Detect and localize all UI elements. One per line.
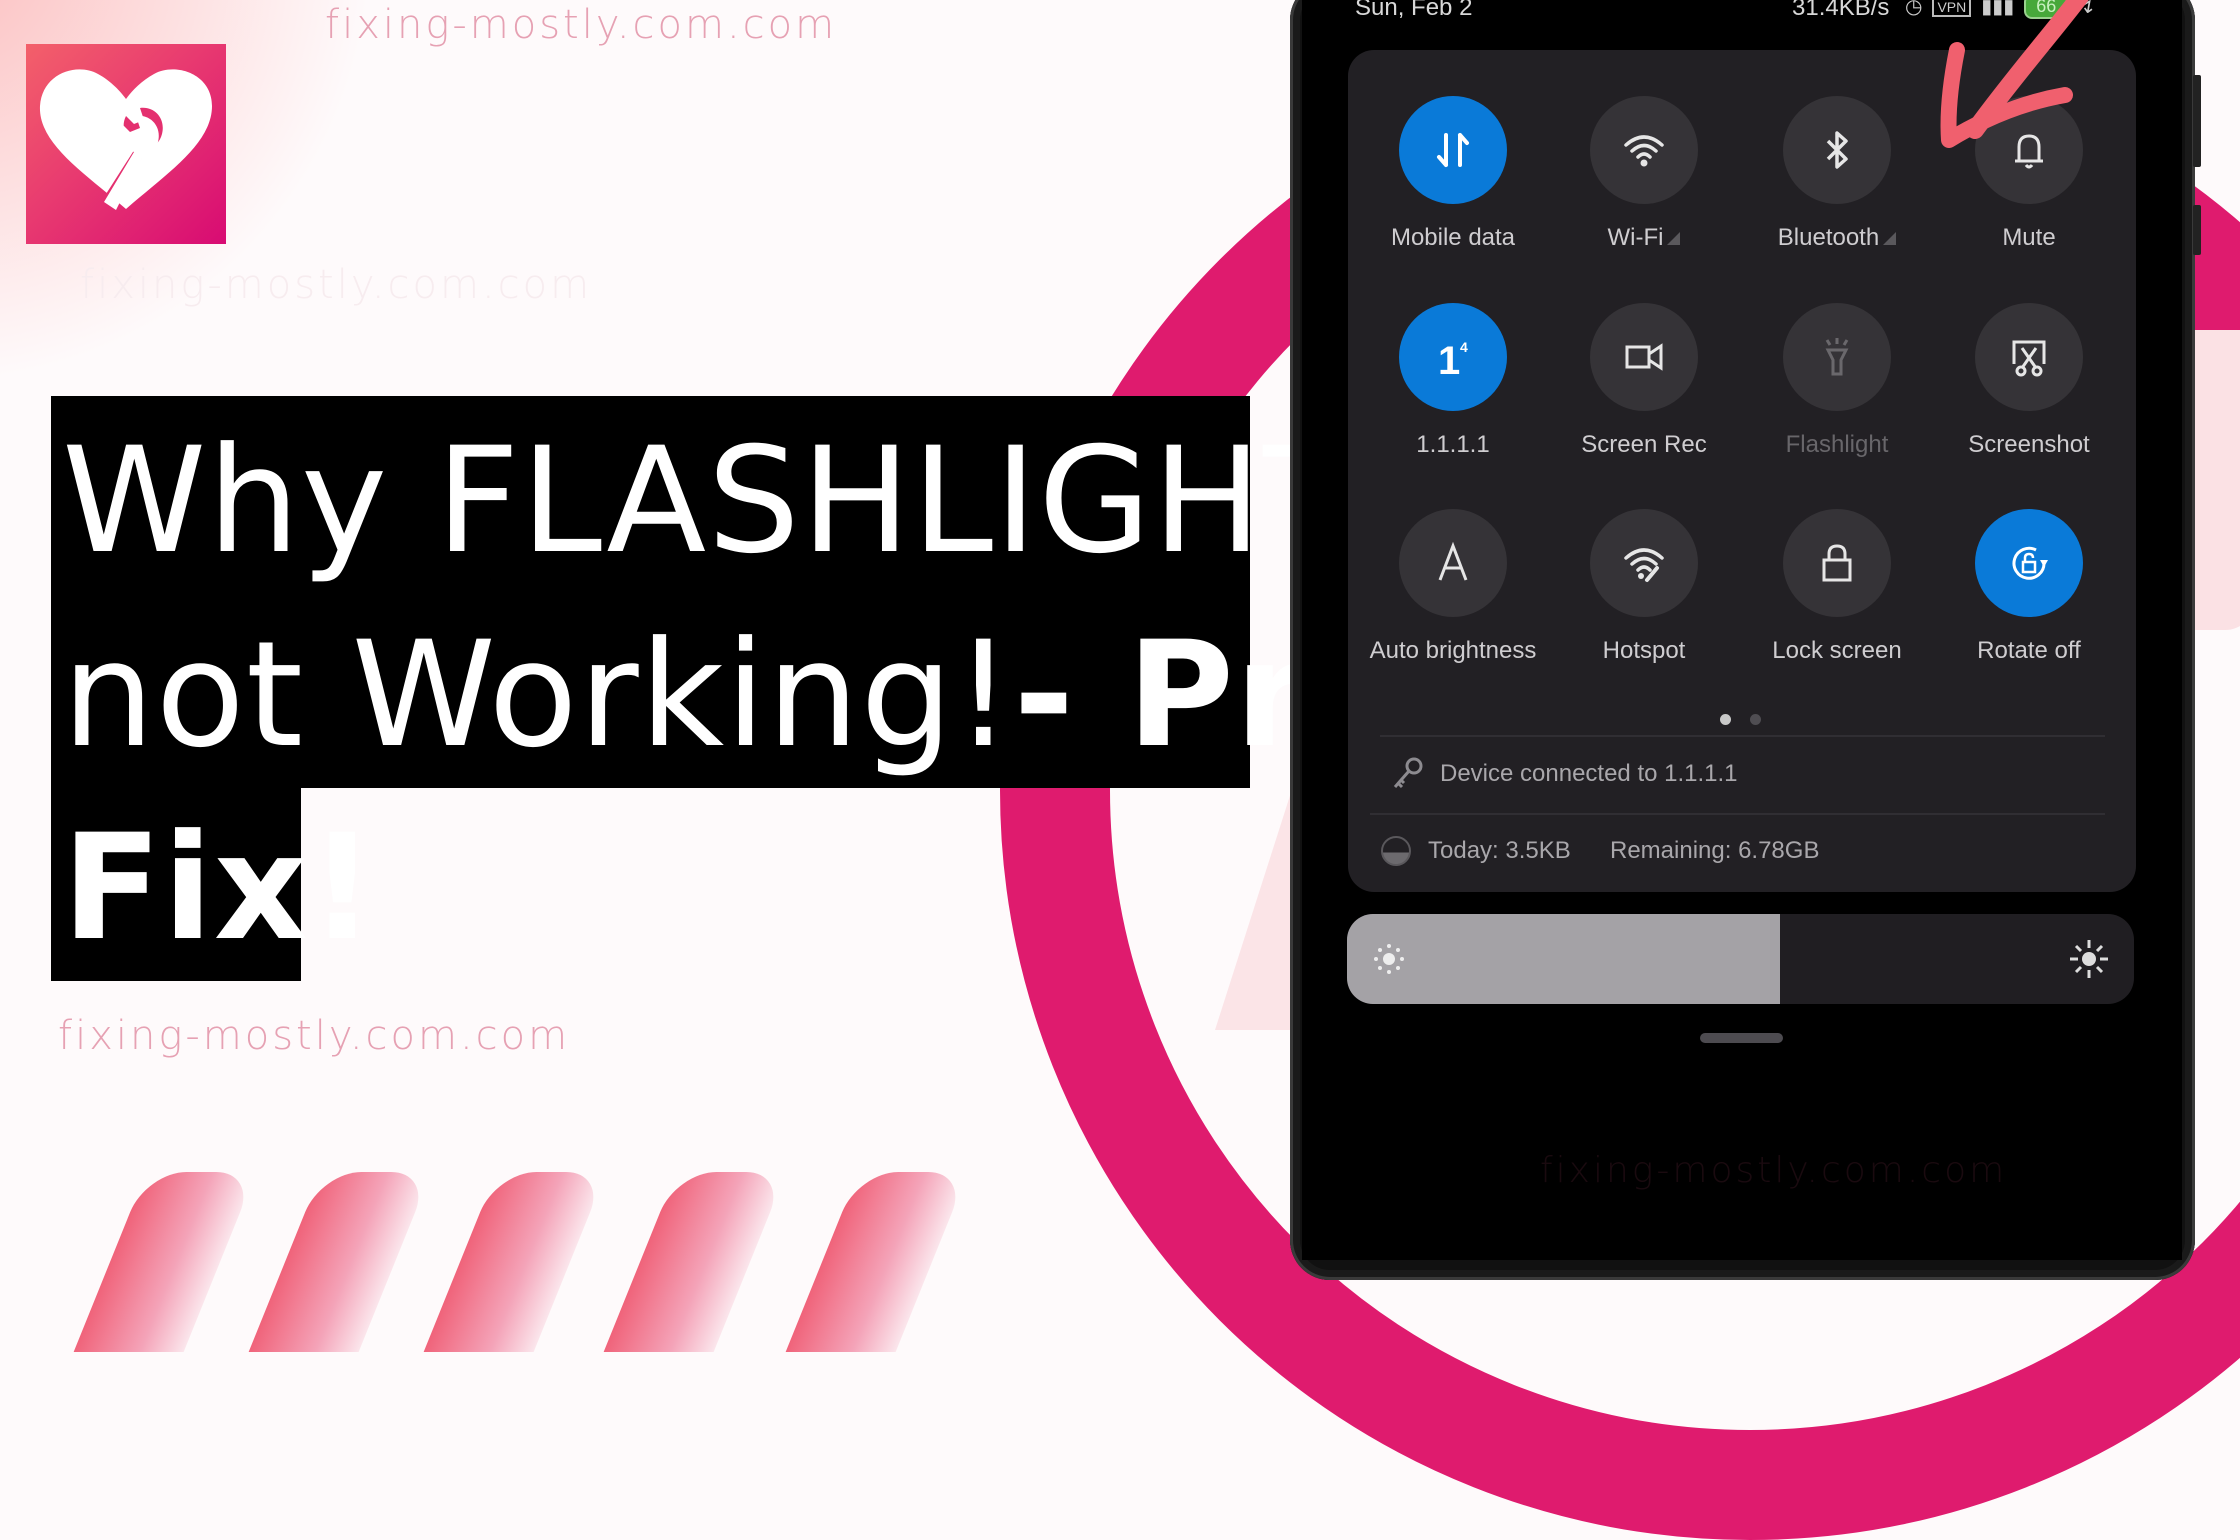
hotspot-icon	[1624, 548, 1664, 582]
tile-1-1-1-1[interactable]: 1 4 1.1.1.1	[1358, 303, 1548, 473]
tile-mobile-data[interactable]: Mobile data	[1358, 96, 1548, 266]
divider	[1370, 813, 2105, 815]
key-icon	[1393, 757, 1423, 789]
rotate-lock-icon	[2012, 546, 2048, 580]
expand-menu-icon[interactable]	[1883, 232, 1897, 245]
power-button	[2193, 205, 2201, 255]
drag-handle[interactable]	[1700, 1033, 1783, 1043]
tile-screenshot[interactable]: Screenshot	[1934, 303, 2124, 473]
page-indicator-dot-active[interactable]	[1720, 714, 1731, 725]
video-camera-icon	[1625, 343, 1663, 371]
warp-1111-icon: 14	[1438, 339, 1468, 380]
tile-toggle-button[interactable]: 14	[1399, 303, 1507, 411]
tile-bluetooth[interactable]: Bluetooth	[1742, 96, 1932, 266]
watermark-bottom: fixing-mostly.com.com	[58, 1013, 571, 1059]
headline-line-3: Fix!	[62, 803, 377, 973]
decorative-chevron	[248, 1172, 432, 1352]
headline-regular: not Working!	[62, 610, 1014, 780]
brightness-slider-fill[interactable]	[1347, 914, 1780, 1004]
decorative-chevron	[603, 1172, 787, 1352]
tile-label[interactable]: Screenshot	[1914, 431, 2144, 459]
tile-toggle-button[interactable]	[1399, 96, 1507, 204]
vpn-status-text[interactable]: Device connected to 1.1.1.1	[1440, 760, 1738, 788]
tile-flashlight[interactable]: Flashlight	[1742, 303, 1932, 473]
alarm-icon: ◷	[1905, 0, 1923, 18]
brightness-slider[interactable]	[1347, 914, 2134, 1004]
watermark-faint: fixing-mostly.com.com	[80, 262, 593, 308]
decorative-faint-shape	[2195, 330, 2240, 630]
tile-lock-screen[interactable]: Lock screen	[1742, 509, 1932, 679]
data-usage-icon	[1381, 836, 1411, 866]
tile-toggle-button[interactable]	[1783, 303, 1891, 411]
tile-toggle-button[interactable]	[1399, 509, 1507, 617]
tile-toggle-button[interactable]	[1783, 509, 1891, 617]
divider	[1380, 735, 2105, 737]
status-network-speed: 31.4KB/s	[1792, 0, 1890, 21]
wifi-icon	[1624, 135, 1664, 167]
volume-button	[2193, 75, 2201, 167]
tile-wi-fi[interactable]: Wi-Fi	[1549, 96, 1739, 266]
expand-menu-icon[interactable]	[1667, 232, 1681, 245]
tile-rotate-off[interactable]: Rotate off	[1934, 509, 2124, 679]
headline-line-1: Why FLASHLIGHT	[62, 416, 1354, 586]
tile-label[interactable]: Rotate off	[1914, 637, 2144, 665]
brightness-low-icon	[1374, 944, 1404, 974]
tile-auto-brightness[interactable]: Auto brightness	[1358, 509, 1548, 679]
letter-a-icon	[1438, 541, 1468, 581]
decorative-chevron	[423, 1172, 607, 1352]
annotation-arrow-icon	[1940, 0, 2089, 148]
tile-screen-rec[interactable]: Screen Rec	[1549, 303, 1739, 473]
flashlight-icon	[1825, 338, 1849, 376]
site-logo	[26, 44, 226, 244]
svg-text:4: 4	[1460, 339, 1468, 355]
tile-toggle-button[interactable]	[1590, 96, 1698, 204]
lock-icon	[1822, 544, 1852, 582]
data-usage-remaining[interactable]: Remaining: 6.78GB	[1610, 837, 1819, 865]
tile-label-text: Wi-Fi	[1607, 224, 1664, 251]
watermark-phone: fixing-mostly.com.com	[1540, 1150, 2008, 1191]
screenshot-scissors-icon	[2012, 340, 2046, 377]
decorative-chevron	[73, 1172, 257, 1352]
tile-toggle-button[interactable]	[1975, 509, 2083, 617]
tile-toggle-button[interactable]	[1590, 303, 1698, 411]
tile-label[interactable]: Mute	[1914, 224, 2144, 252]
mobile-data-icon	[1437, 133, 1469, 167]
tile-toggle-button[interactable]	[1975, 303, 2083, 411]
data-usage-today[interactable]: Today: 3.5KB	[1428, 837, 1571, 865]
headline-line-2: not Working!- Pro	[62, 622, 1409, 768]
heart-wrench-icon	[39, 69, 213, 210]
tile-hotspot[interactable]: Hotspot	[1549, 509, 1739, 679]
watermark-top: fixing-mostly.com.com	[325, 2, 838, 48]
tile-toggle-button[interactable]	[1783, 96, 1891, 204]
tile-label-text: Bluetooth	[1777, 224, 1880, 251]
bluetooth-icon	[1826, 131, 1848, 169]
brightness-high-icon	[2070, 940, 2108, 978]
svg-text:1: 1	[1438, 339, 1460, 380]
page-indicator-dot[interactable]	[1750, 714, 1761, 725]
tile-toggle-button[interactable]	[1590, 509, 1698, 617]
decorative-chevron	[785, 1172, 969, 1352]
status-date: Sun, Feb 2	[1355, 0, 1473, 21]
